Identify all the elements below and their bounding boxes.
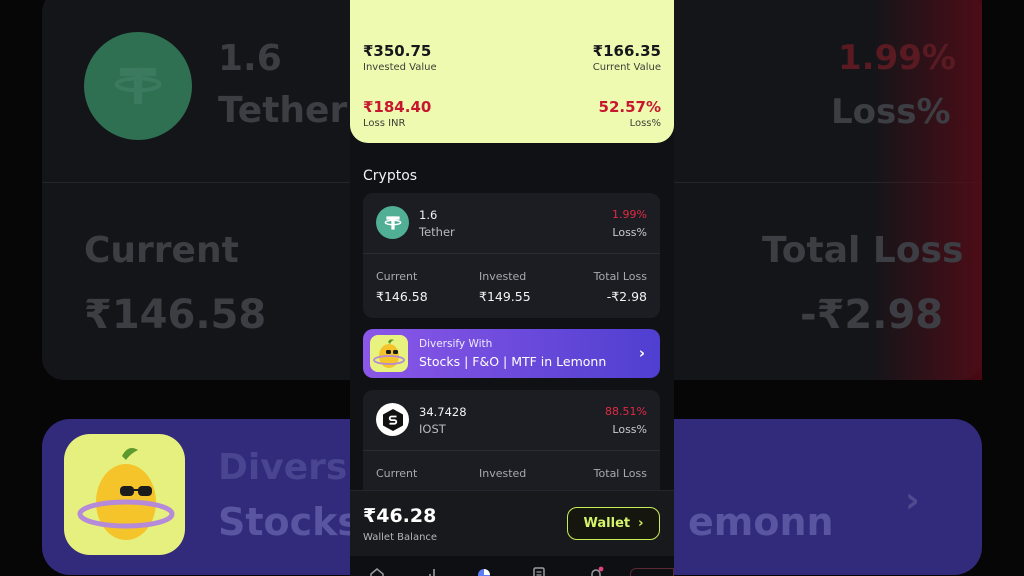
promo-title: Diversify With	[419, 338, 493, 350]
diversify-promo-banner[interactable]: Diversify With Stocks | F&O | MTF in Lem…	[363, 329, 660, 378]
holding-coin-name: IOST	[419, 422, 446, 436]
metric-total-loss: Total Loss	[594, 467, 647, 480]
wallet-button-label: Wallet	[583, 516, 631, 531]
loss-pct-value: 52.57%	[598, 98, 661, 116]
holding-card-header: 1.6 Tether 1.99% Loss%	[363, 193, 660, 254]
portfolio-icon[interactable]	[476, 566, 492, 576]
invested-value-stat: ₹350.75 Invested Value	[363, 42, 437, 73]
holding-quantity: 34.7428	[419, 405, 467, 419]
loss-inr-label: Loss INR	[363, 118, 406, 129]
metric-value: -₹2.98	[606, 289, 647, 304]
bg-loss-pct-label: Loss%	[831, 92, 951, 132]
loss-pct-label: Loss%	[629, 118, 661, 129]
holding-card-tether[interactable]: 1.6 Tether 1.99% Loss% Current ₹146.58 I…	[363, 193, 660, 318]
invested-value-label: Invested Value	[363, 62, 437, 73]
metric-invested: Invested ₹149.55	[479, 270, 531, 304]
metric-invested: Invested	[479, 467, 526, 480]
lemon-mascot-icon	[370, 335, 408, 372]
invested-value: ₹350.75	[363, 42, 432, 60]
metric-label: Invested	[479, 270, 527, 283]
bg-chevron-icon: ›	[905, 480, 920, 521]
phone-screen: ₹350.75 Invested Value ₹166.35 Current V…	[350, 0, 674, 576]
holding-coin-name: Tether	[419, 225, 455, 239]
wallet-button[interactable]: Wallet ›	[567, 507, 660, 540]
loss-inr-stat: ₹184.40 Loss INR	[363, 98, 431, 129]
chevron-right-icon: ›	[638, 516, 644, 531]
section-title: Cryptos	[363, 168, 418, 184]
chart-icon[interactable]	[426, 566, 442, 576]
bg-coin-name: Tether	[218, 90, 348, 131]
holding-loss-pct-label: Loss%	[612, 423, 647, 436]
promo-subtitle: Stocks | F&O | MTF in Lemonn	[419, 354, 607, 369]
wallet-balance-label: Wallet Balance	[363, 532, 438, 543]
bg-total-loss-label: Total Loss	[762, 230, 964, 271]
current-value: ₹166.35	[592, 42, 661, 60]
bg-total-loss-value: -₹2.98	[800, 292, 944, 338]
chevron-right-icon: ›	[638, 344, 645, 362]
current-value-stat: ₹166.35 Current Value	[593, 42, 661, 73]
metric-label: Current	[376, 270, 418, 283]
bg-loss-pct: 1.99%	[838, 38, 956, 78]
bg-current-value: ₹146.58	[84, 292, 267, 338]
bottom-nav	[350, 556, 674, 576]
holding-loss-pct-label: Loss%	[612, 226, 647, 239]
holding-loss-pct: 1.99%	[612, 208, 647, 221]
wallet-balance: ₹46.28	[363, 505, 437, 527]
loss-pct-stat: 52.57% Loss%	[599, 98, 661, 129]
iost-icon	[376, 403, 409, 436]
metric-current: Current ₹146.58	[376, 270, 428, 304]
metric-current: Current	[376, 467, 417, 480]
metric-label: Total Loss	[593, 270, 647, 283]
metric-label: Total Loss	[593, 467, 647, 480]
tether-icon	[376, 206, 409, 239]
holding-quantity: 1.6	[419, 208, 438, 222]
holding-loss-pct: 88.51%	[605, 405, 647, 418]
metric-label: Invested	[479, 467, 527, 480]
bg-tether-icon	[84, 32, 192, 140]
portfolio-summary-card: ₹350.75 Invested Value ₹166.35 Current V…	[350, 0, 674, 143]
bg-quantity: 1.6	[218, 38, 282, 79]
orders-icon[interactable]	[531, 566, 547, 576]
home-icon[interactable]	[369, 566, 385, 576]
notifications-icon[interactable]	[588, 566, 604, 576]
metric-value: ₹149.55	[479, 289, 531, 304]
metric-total-loss: Total Loss -₹2.98	[594, 270, 647, 304]
bg-promo-tail: emonn	[688, 500, 834, 544]
wallet-bar: ₹46.28 Wallet Balance Wallet ›	[350, 490, 674, 556]
profile-tab[interactable]	[630, 568, 674, 576]
metric-label: Current	[376, 467, 418, 480]
bg-current-label: Current	[84, 230, 239, 271]
current-value-label: Current Value	[592, 62, 661, 73]
bg-promo-line2: Stocks	[218, 500, 361, 544]
bg-lemon-icon	[64, 434, 185, 555]
screen: 1.6 Tether 1.99% Loss% Current ₹146.58 T…	[0, 0, 1024, 576]
metric-value: ₹146.58	[376, 289, 428, 304]
holding-card-header: 34.7428 IOST 88.51% Loss%	[363, 390, 660, 451]
loss-inr-value: ₹184.40	[363, 98, 432, 116]
